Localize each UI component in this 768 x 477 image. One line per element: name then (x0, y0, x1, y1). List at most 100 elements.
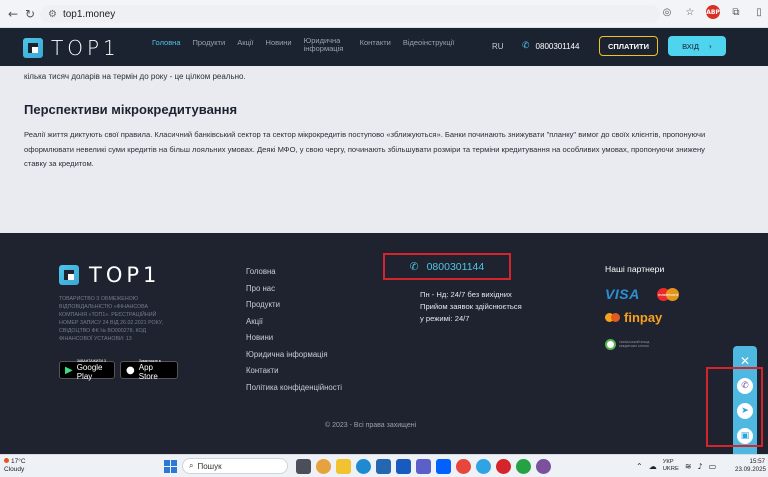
copyright: © 2023 - Всі права захищені (325, 422, 417, 429)
header-phone-number: 0800301144 (535, 41, 580, 51)
google-play-icon: ▶ (65, 364, 73, 376)
weather-widget[interactable]: 17°C Cloudy (4, 458, 26, 474)
footer-phone-link[interactable]: ✆ 0800301144 (383, 253, 511, 280)
menu-item-home[interactable]: Головна (152, 38, 181, 53)
login-button[interactable]: ВХІД › (668, 36, 726, 56)
menu-item-contacts[interactable]: Контакти (360, 38, 391, 53)
wifi-icon[interactable]: ≋ (685, 462, 692, 471)
hours-line: Прийом заявок здійснюється (420, 302, 522, 311)
article-text-top: кілька тисяч доларів на термін до року -… (24, 72, 246, 81)
store-icon[interactable] (376, 459, 391, 474)
article-paragraph: Реалії життя диктують свої правила. Клас… (24, 130, 706, 169)
footer-phone-number: 0800301144 (426, 260, 485, 273)
task-view-icon[interactable] (296, 459, 311, 474)
fund-emblem-icon (605, 339, 616, 350)
word-icon[interactable] (396, 459, 411, 474)
eye-off-icon[interactable]: ◎ (660, 5, 674, 19)
article-heading: Перспективи мікрокредитування (24, 102, 238, 117)
footer-link-promotions[interactable]: Акції (246, 314, 342, 331)
footer-link-news[interactable]: Новини (246, 330, 342, 347)
site-footer: TOP1 ТОВАРИСТВО З ОБМЕЖЕНОЮ ВІДПОВІДАЛЬН… (0, 233, 768, 454)
extensions-icon[interactable]: ⧉ (729, 5, 743, 19)
cloud-icon[interactable]: ☁ (649, 462, 657, 471)
site-header: TOP1 Головна Продукти Акції Новини Юриди… (0, 28, 768, 66)
reload-icon[interactable]: ↻ (21, 5, 39, 23)
main-menu: Головна Продукти Акції Новини Юридична і… (152, 37, 455, 53)
menu-item-news[interactable]: Новини (266, 38, 292, 53)
footer-link-home[interactable]: Головна (246, 264, 342, 281)
language-switch[interactable]: RU (492, 42, 504, 51)
search-icon: ⌕ (189, 461, 194, 470)
url-text: top1.money (62, 8, 116, 20)
hours-line: Пн - Нд: 24/7 без вихідних (420, 290, 512, 299)
back-icon[interactable]: ← (4, 5, 22, 23)
clock[interactable]: 15:57 23.09.2025 (735, 458, 766, 474)
apple-icon: ● (126, 364, 135, 376)
screen: ← ↻ ⚙ top1.money ◎ ☆ ABP ⧉ ▯ ↓ ● ⋮ TOP1 … (0, 0, 768, 477)
logo-mark-icon (59, 265, 79, 285)
viber-app-icon[interactable] (536, 459, 551, 474)
mastercard-logo: mastercard (657, 288, 679, 301)
footer-link-legal[interactable]: Юридична інформація (246, 347, 342, 364)
login-label: ВХІД (682, 41, 699, 51)
battery-icon[interactable]: ▭ (709, 462, 717, 471)
extension-badge-icon[interactable]: ABP (706, 5, 720, 19)
footer-link-products[interactable]: Продукти (246, 297, 342, 314)
site-info-icon[interactable]: ⚙ (48, 9, 57, 20)
credit-union-fund-logo: УКРАЇНСЬКИЙ ФОНД КРЕДИТНИХ СПІЛОК (605, 339, 657, 350)
phone-icon: ✆ (409, 260, 419, 273)
footer-logo-text: TOP1 (89, 263, 161, 287)
footer-link-privacy[interactable]: Політика конфіденційності (246, 380, 342, 397)
dropbox-icon[interactable] (436, 459, 451, 474)
clock-time: 15:57 (749, 458, 765, 465)
whatsapp-icon[interactable] (516, 459, 531, 474)
partners-title: Наші партнери (605, 264, 665, 274)
volume-icon[interactable]: ♪ (698, 462, 703, 471)
menu-item-promotions[interactable]: Акції (237, 38, 253, 53)
chrome-icon[interactable] (456, 459, 471, 474)
finpay-logo: finpay (605, 310, 662, 325)
opera-icon[interactable] (496, 459, 511, 474)
widgets-icon[interactable] (316, 459, 331, 474)
article: кілька тисяч доларів на термін до року -… (0, 66, 768, 233)
app-store-label: App Store (138, 363, 158, 381)
pay-button[interactable]: СПЛАТИТИ (599, 36, 658, 56)
menu-item-legal[interactable]: Юридична інформація (304, 37, 348, 53)
menu-item-products[interactable]: Продукти (193, 38, 226, 53)
hours-line: у режимі: 24/7 (420, 314, 470, 323)
phone-icon: ✆ (522, 41, 530, 51)
taskbar: 17°C Cloudy ⌕ Пошук ⌃ ☁ УКР UKRE ≋ ♪ ▭ 1… (0, 454, 768, 477)
star-icon[interactable]: ☆ (683, 5, 697, 19)
teams-icon[interactable] (416, 459, 431, 474)
menu-item-video[interactable]: Відеоінструкції (403, 38, 455, 53)
google-play-badge[interactable]: ▶ ЗАВАНТАЖИТИ З Google Play (59, 359, 115, 381)
app-store-badge[interactable]: ● Завантажте в App Store (120, 359, 178, 381)
sidebar-icon[interactable]: ▯ (752, 5, 766, 19)
clock-date: 23.09.2025 (735, 466, 766, 473)
finpay-text: finpay (624, 310, 663, 325)
footer-link-contacts[interactable]: Контакти (246, 363, 342, 380)
browser-actions: ◎ ☆ ABP ⧉ ▯ ↓ ● ⋮ (660, 5, 768, 19)
weather-condition: Cloudy (4, 466, 25, 473)
input-language[interactable]: УКР UKRE (663, 459, 679, 473)
highlight-frame (706, 367, 763, 447)
address-bar[interactable]: ⚙ top1.money (40, 5, 660, 23)
chevron-up-icon[interactable]: ⌃ (636, 462, 643, 471)
chevron-right-icon: › (708, 41, 712, 51)
taskbar-search[interactable]: ⌕ Пошук (182, 458, 288, 474)
windows-start-icon[interactable] (164, 460, 177, 473)
browser-toolbar: ← ↻ ⚙ top1.money ◎ ☆ ABP ⧉ ▯ ↓ ● ⋮ (0, 0, 768, 28)
file-explorer-icon[interactable] (336, 459, 351, 474)
fund-text: УКРАЇНСЬКИЙ ФОНД КРЕДИТНИХ СПІЛОК (619, 340, 650, 348)
header-phone-link[interactable]: ✆ 0800301144 (522, 41, 579, 51)
edge-icon[interactable] (356, 459, 371, 474)
google-play-label: Google Play (76, 363, 103, 381)
footer-link-about[interactable]: Про нас (246, 281, 342, 298)
site-logo[interactable]: TOP1 (23, 36, 120, 60)
close-icon[interactable]: ✕ (738, 354, 752, 368)
logo-text: TOP1 (51, 36, 120, 60)
telegram-app-icon[interactable] (476, 459, 491, 474)
visa-logo: VISA (605, 286, 640, 302)
logo-mark-icon (23, 38, 43, 58)
footer-logo[interactable]: TOP1 (59, 263, 160, 287)
